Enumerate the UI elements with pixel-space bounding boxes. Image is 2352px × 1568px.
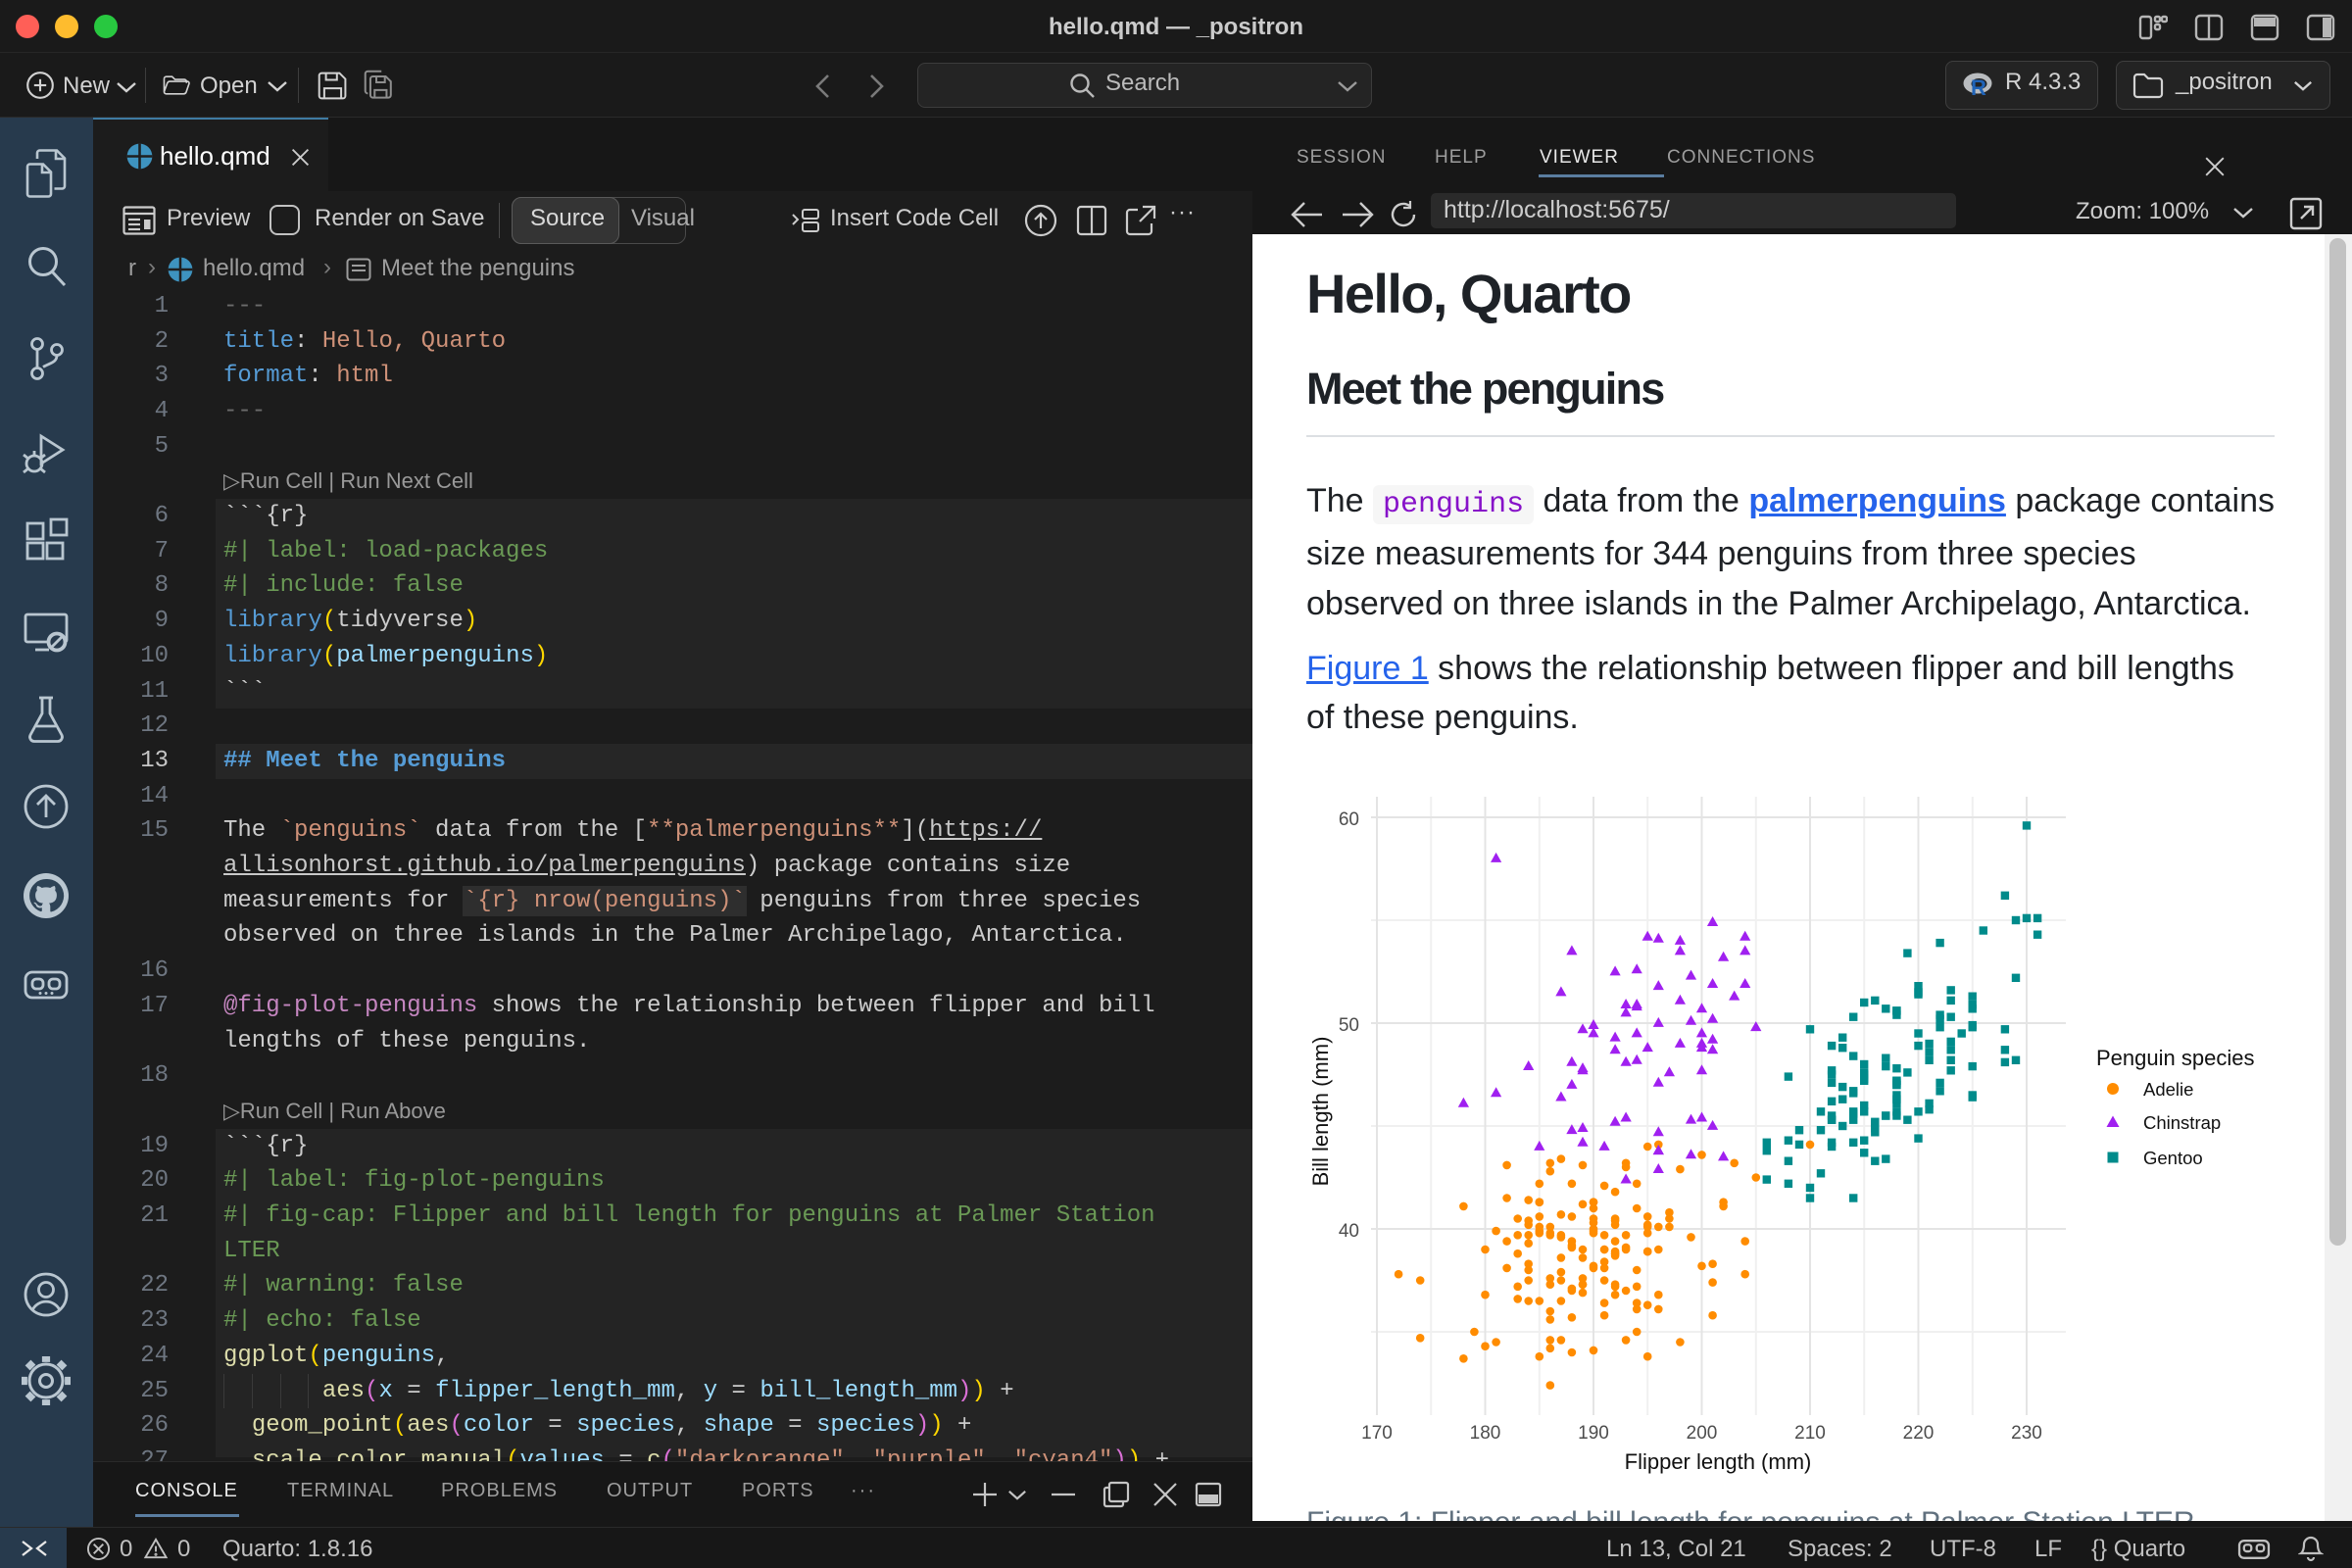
svg-text:Chinstrap: Chinstrap (2143, 1112, 2221, 1133)
svg-text:Flipper length (mm): Flipper length (mm) (1625, 1449, 1812, 1474)
svg-text:190: 190 (1578, 1423, 1609, 1444)
svg-text:50: 50 (1339, 1015, 1359, 1036)
svg-text:R: R (1971, 75, 1986, 99)
svg-text:Bill length (mm): Bill length (mm) (1308, 1037, 1333, 1187)
svg-text:220: 220 (1903, 1423, 1935, 1444)
svg-text:40: 40 (1339, 1221, 1359, 1242)
svg-text:60: 60 (1339, 809, 1359, 830)
svg-text:210: 210 (1794, 1423, 1826, 1444)
svg-text:Adelie: Adelie (2143, 1079, 2193, 1100)
svg-text:170: 170 (1361, 1423, 1393, 1444)
svg-text:Penguin species: Penguin species (2096, 1046, 2254, 1070)
svg-text:Gentoo: Gentoo (2143, 1148, 2203, 1168)
svg-text:180: 180 (1470, 1423, 1501, 1444)
svg-text:230: 230 (2011, 1423, 2042, 1444)
svg-text:200: 200 (1687, 1423, 1718, 1444)
